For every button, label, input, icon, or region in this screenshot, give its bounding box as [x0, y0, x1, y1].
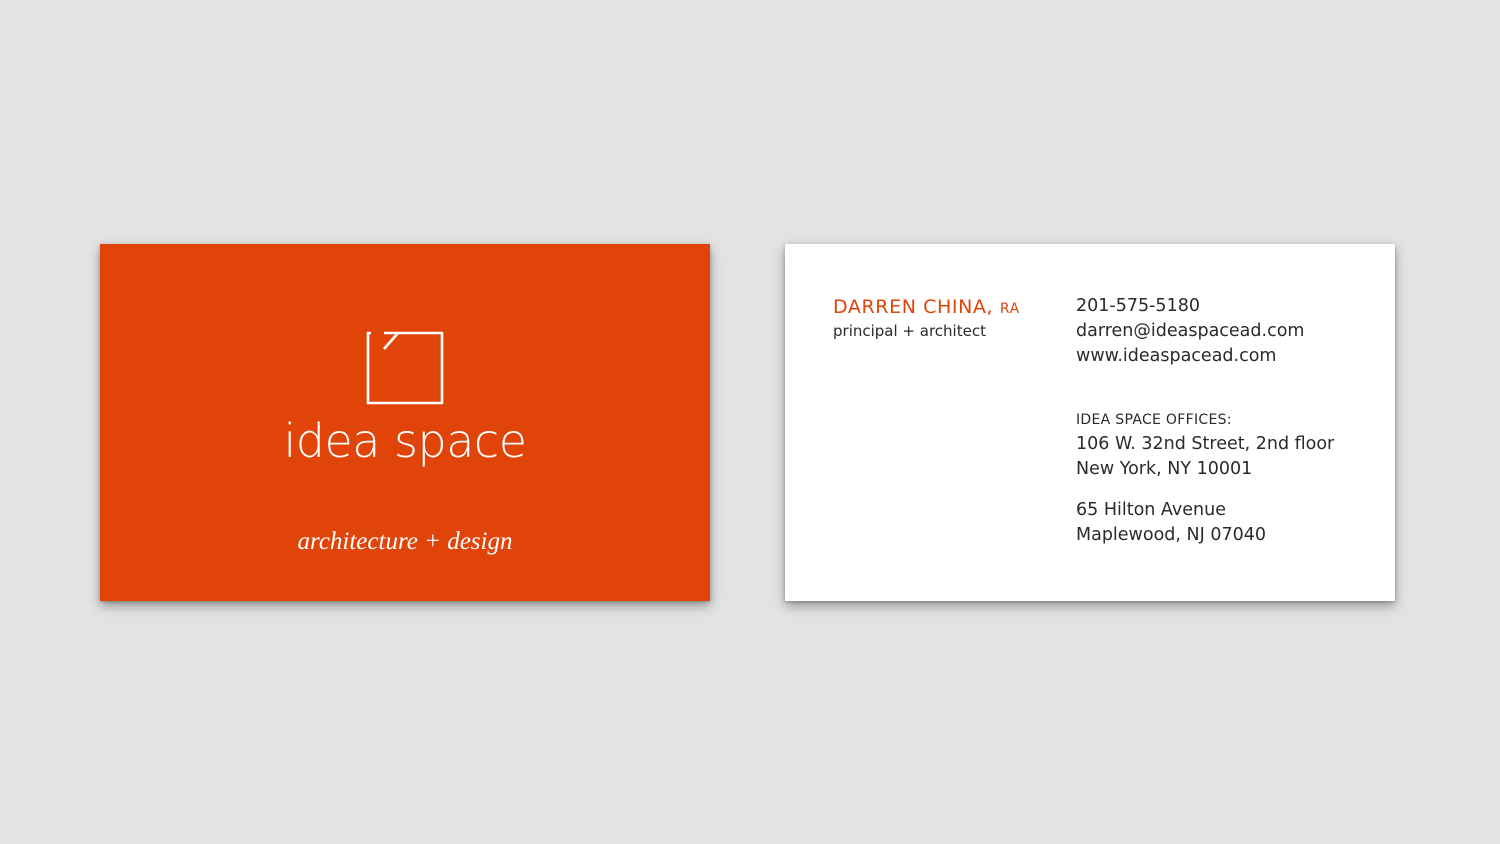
person-name: DARREN CHINA, — [833, 296, 994, 318]
office-address-line: New York, NY 10001 — [1076, 459, 1253, 479]
website-url: www.ideaspacead.com — [1076, 346, 1277, 366]
office-address-line: 65 Hilton Avenue — [1076, 500, 1226, 520]
office-address-line: 106 W. 32nd Street, 2nd floor — [1076, 434, 1335, 454]
person-role: principal + architect — [833, 322, 986, 340]
offices-heading: IDEA SPACE OFFICES: — [1076, 412, 1232, 428]
phone-number: 201-575-5180 — [1076, 296, 1200, 316]
email-address: darren@ideaspacead.com — [1076, 321, 1305, 341]
person-name-block: DARREN CHINA, RA — [833, 296, 1020, 318]
business-card-front: idea space architecture + design — [100, 244, 710, 601]
office-address-line: Maplewood, NJ 07040 — [1076, 525, 1267, 545]
business-card-back: DARREN CHINA, RA principal + architect 2… — [785, 244, 1395, 601]
person-credential: RA — [999, 301, 1020, 317]
brand-tagline: architecture + design — [297, 528, 513, 555]
open-square-mark-icon — [366, 331, 444, 405]
brand-name: idea space — [283, 414, 527, 468]
